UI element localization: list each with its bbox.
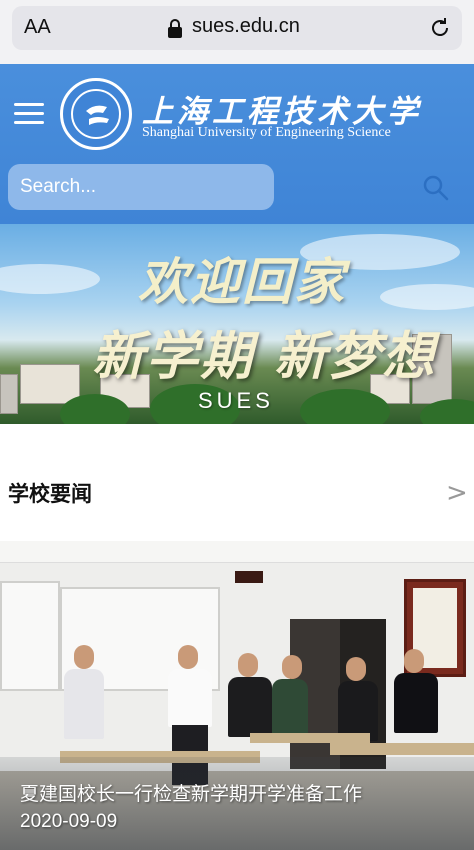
banner-welcome-text: 欢迎回家 xyxy=(138,252,346,311)
banner-cloud xyxy=(380,284,474,310)
search-icon[interactable] xyxy=(422,174,450,202)
news-card[interactable]: 夏建国校长一行检查新学期开学准备工作 2020-09-09 xyxy=(0,541,474,850)
address-bar[interactable]: AA sues.edu.cn xyxy=(12,6,462,50)
banner-building xyxy=(0,374,18,414)
banner-slogan-text: 新学期 新梦想 xyxy=(92,326,437,387)
photo-exit-sign xyxy=(235,571,263,583)
news-title[interactable]: 夏建国校长一行检查新学期开学准备工作 xyxy=(20,779,362,806)
university-name-en: Shanghai University of Engineering Scien… xyxy=(142,125,391,140)
hero-banner[interactable]: 欢迎回家 新学期 新梦想 SUES xyxy=(0,224,474,424)
browser-chrome: AA sues.edu.cn xyxy=(0,0,474,64)
search-input[interactable] xyxy=(8,164,274,210)
text-size-label: AA xyxy=(24,16,51,38)
photo-ceiling xyxy=(0,541,474,563)
text-size-button[interactable]: AA xyxy=(24,16,51,39)
more-chevron-icon[interactable]: > xyxy=(446,478,468,508)
logo-inner-ring xyxy=(71,89,121,139)
banner-cloud xyxy=(0,264,100,294)
photo-desk xyxy=(330,743,474,755)
logo-mark-icon xyxy=(86,105,109,125)
banner-sues-mark: SUES xyxy=(198,388,274,413)
section-title-news: 学校要闻 xyxy=(8,482,92,506)
photo-whiteboard xyxy=(0,581,60,691)
menu-icon[interactable] xyxy=(14,103,44,125)
reload-icon[interactable] xyxy=(428,16,452,40)
lock-icon xyxy=(168,19,182,38)
url-text: sues.edu.cn xyxy=(192,15,300,37)
university-logo[interactable] xyxy=(60,78,132,150)
news-date: 2020-09-09 xyxy=(20,811,118,832)
photo-desk xyxy=(250,733,370,743)
site-header: 上海工程技术大学 Shanghai University of Engineer… xyxy=(0,64,474,224)
